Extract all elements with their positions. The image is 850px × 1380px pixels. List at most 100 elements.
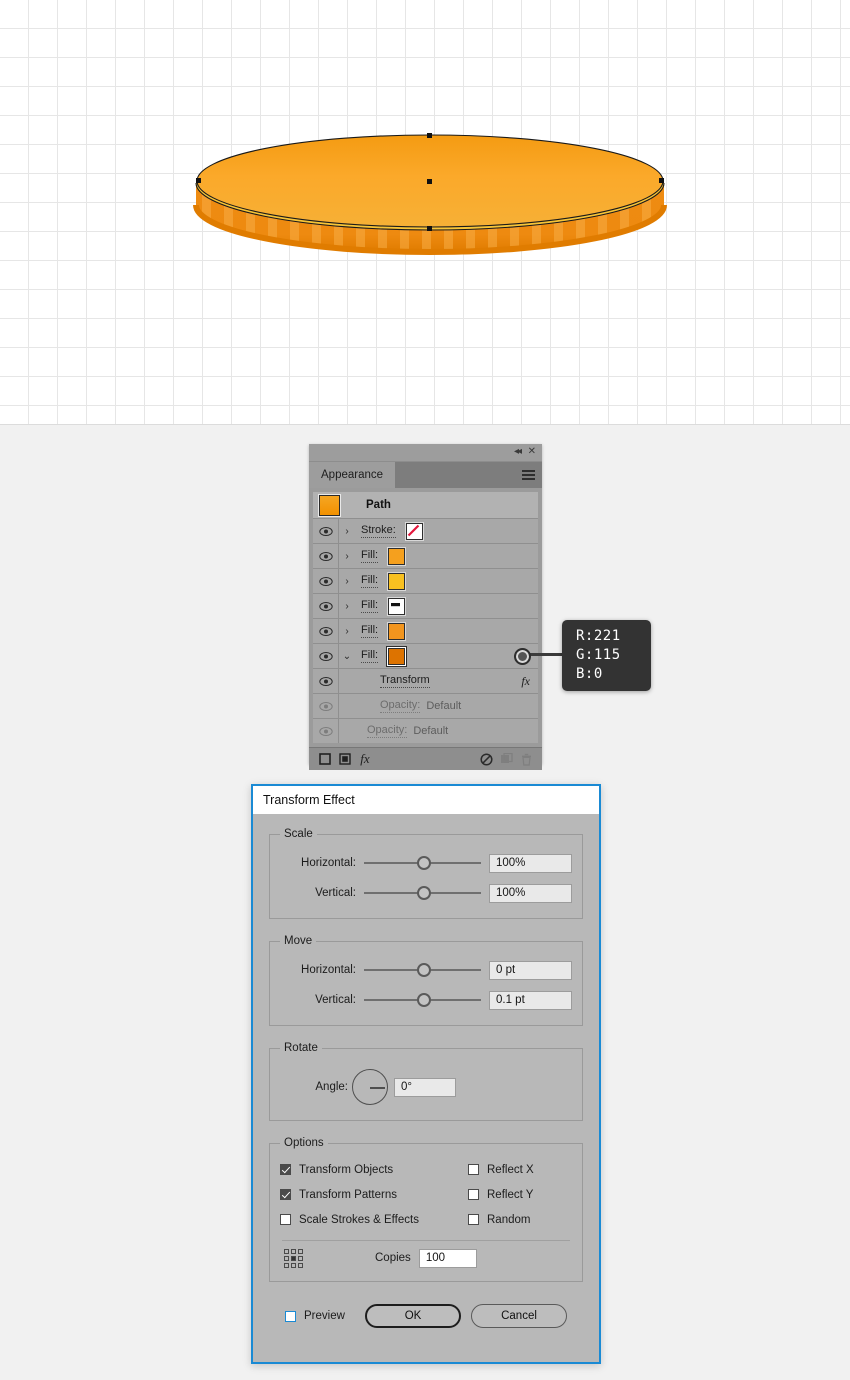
tab-appearance[interactable]: Appearance [309,462,396,488]
visibility-eye-icon[interactable] [313,519,339,543]
visibility-eye-icon[interactable] [313,594,339,618]
appearance-row-opacity-object[interactable]: Opacity: Default [313,719,538,743]
appearance-target-row[interactable]: Path [313,492,538,519]
checkbox-box[interactable] [280,1189,291,1200]
transform-effect-dialog[interactable]: Transform Effect Scale Horizontal: 100% … [251,784,601,1364]
scale-horizontal-slider[interactable] [364,853,481,873]
visibility-eye-icon[interactable] [313,544,339,568]
appearance-row-opacity-nested[interactable]: Opacity: Default [313,694,538,719]
checkbox-box[interactable] [285,1310,296,1322]
checkbox-reflect-y[interactable]: Reflect Y [468,1182,534,1207]
rotate-angle-field[interactable]: 0° [394,1077,456,1097]
visibility-eye-icon[interactable] [313,644,339,668]
row-label-stroke: Stroke: [361,524,396,538]
move-vertical-slider[interactable] [364,990,481,1010]
visibility-eye-icon-off[interactable] [313,694,339,718]
panel-menu-icon[interactable] [522,470,535,480]
fill-swatch-4[interactable] [388,622,406,640]
slider-knob[interactable] [416,963,431,977]
dialog-title-bar: Transform Effect [253,786,599,814]
fill-swatch-2[interactable] [388,572,406,590]
panel-tab-row[interactable]: Appearance [309,462,542,488]
appearance-row-transform[interactable]: Transform fx [313,669,538,694]
ref-pt-ml[interactable] [284,1255,289,1261]
appearance-row-fill-1[interactable]: › Fill: [313,544,538,569]
visibility-eye-icon[interactable] [313,619,339,643]
scale-legend: Scale [284,828,313,840]
copies-label: Copies [375,1252,411,1264]
visibility-eye-icon[interactable] [313,569,339,593]
scale-horizontal-field[interactable]: 100% [489,853,572,873]
angle-dial-control[interactable] [352,1069,388,1105]
fill-swatch-1[interactable] [388,547,406,565]
chevron-right-icon[interactable]: › [339,551,355,562]
visibility-eye-icon[interactable] [313,669,339,693]
fill-swatch-3-pattern[interactable] [388,597,406,615]
row-label-opacity-1: Opacity: [380,699,421,713]
reference-point-grid-icon[interactable] [284,1248,303,1268]
ref-pt-tl[interactable] [284,1248,289,1254]
chevron-right-icon[interactable]: › [339,576,355,587]
chevron-right-icon[interactable]: › [339,626,355,637]
move-horizontal-label: Horizontal: [301,964,356,976]
coin-artwork[interactable] [180,120,680,300]
delete-item-icon[interactable] [516,753,536,766]
appearance-row-fill-2[interactable]: › Fill: [313,569,538,594]
ref-pt-bl[interactable] [284,1262,289,1268]
ref-pt-mc[interactable] [291,1255,296,1261]
checkbox-reflect-x[interactable]: Reflect X [468,1157,534,1182]
rotate-group: Rotate Angle: 0° [269,1042,583,1121]
checkbox-box[interactable] [280,1214,291,1225]
effect-fx-icon[interactable]: fx [521,674,530,689]
ref-pt-tc[interactable] [291,1248,296,1254]
checkbox-transform-objects[interactable]: Transform Objects [280,1157,468,1182]
cancel-button[interactable]: Cancel [471,1304,567,1328]
double-chevron-left-icon[interactable]: ◂◂ [514,446,522,458]
slider-knob[interactable] [416,856,431,870]
scale-vertical-slider[interactable] [364,883,481,903]
options-legend: Options [284,1137,324,1149]
checkbox-box[interactable] [468,1164,479,1175]
slider-knob[interactable] [416,886,431,900]
appearance-row-fill-4[interactable]: › Fill: [313,619,538,644]
preview-checkbox-row[interactable]: Preview [285,1310,355,1322]
ref-pt-mr[interactable] [298,1255,303,1261]
visibility-eye-icon-off[interactable] [313,719,339,743]
add-new-fill-icon[interactable] [335,753,355,765]
chevron-down-icon[interactable]: ⌄ [339,651,355,662]
panel-title-bar: ◂◂ ✕ [309,444,542,462]
fill-swatch-5-selected[interactable] [388,647,406,665]
add-new-effect-icon[interactable]: fx [355,751,375,767]
appearance-panel[interactable]: ◂◂ ✕ Appearance Path › Stroke: › Fill: ›… [309,444,542,770]
ref-pt-tr[interactable] [298,1248,303,1254]
appearance-row-stroke[interactable]: › Stroke: [313,519,538,544]
tooltip-r-value: R:221 [576,628,621,644]
move-vertical-field[interactable]: 0.1 pt [489,990,572,1010]
ok-button[interactable]: OK [365,1304,461,1328]
move-horizontal-slider[interactable] [364,960,481,980]
checkbox-box[interactable] [280,1164,291,1175]
ref-pt-bc[interactable] [291,1262,296,1268]
checkbox-random[interactable]: Random [468,1207,534,1232]
appearance-row-fill-5[interactable]: ⌄ Fill: [313,644,538,669]
scale-vertical-field[interactable]: 100% [489,883,572,903]
copies-field[interactable]: 100 [418,1248,477,1268]
artboard-canvas[interactable] [0,0,850,425]
duplicate-item-icon[interactable] [496,753,516,765]
ref-pt-br[interactable] [298,1262,303,1268]
chevron-right-icon[interactable]: › [339,526,355,537]
checkbox-transform-patterns[interactable]: Transform Patterns [280,1182,468,1207]
row-label-fill-4: Fill: [361,624,379,638]
slider-knob[interactable] [416,993,431,1007]
checkbox-box[interactable] [468,1214,479,1225]
checkbox-scale-strokes-effects[interactable]: Scale Strokes & Effects [280,1207,468,1232]
close-icon[interactable]: ✕ [528,446,536,458]
clear-appearance-icon[interactable] [476,752,496,766]
checkbox-box[interactable] [468,1189,479,1200]
move-horizontal-field[interactable]: 0 pt [489,960,572,980]
chevron-right-icon[interactable]: › [339,601,355,612]
stroke-swatch-none[interactable] [405,522,423,540]
dialog-title: Transform Effect [263,793,355,807]
appearance-row-fill-3[interactable]: › Fill: [313,594,538,619]
add-new-stroke-icon[interactable] [315,753,335,765]
